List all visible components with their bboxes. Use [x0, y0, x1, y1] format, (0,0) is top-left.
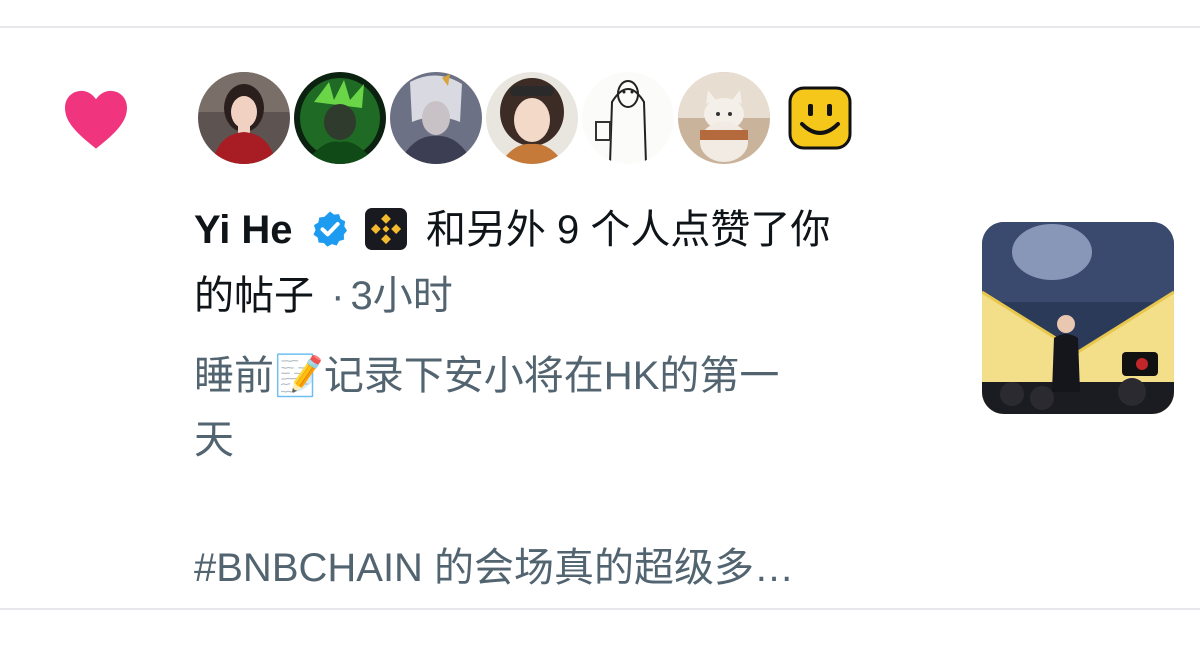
binance-logo-icon	[364, 208, 407, 251]
avatar-yellow-smiley	[774, 72, 866, 164]
avatar-anime-girl-goggles	[486, 72, 578, 164]
avatar[interactable]	[196, 70, 292, 166]
timestamp[interactable]: 3小时	[350, 274, 452, 318]
post-preview-line3[interactable]: #BNBCHAIN 的会场真的超级多…	[194, 536, 794, 600]
actor-name[interactable]: Yi He	[194, 208, 293, 252]
action-text-line2: 的帖子	[194, 274, 314, 318]
notification-text: Yi He 和另外 9 个人点赞了你	[194, 198, 830, 262]
avatar[interactable]	[292, 70, 388, 166]
post-text-b: 记录下安小将在HK的第一	[323, 354, 780, 398]
avatar-armored-knight	[390, 72, 482, 164]
avatar[interactable]	[580, 70, 676, 166]
avatar[interactable]	[772, 70, 868, 166]
top-divider	[0, 26, 1200, 28]
post-text-a: 睡前	[194, 354, 274, 398]
verified-badge-icon	[313, 211, 347, 248]
heart-icon	[65, 90, 127, 149]
avatar[interactable]	[676, 70, 772, 166]
bottom-divider	[0, 608, 1200, 610]
avatar-sketch-ghost	[582, 72, 674, 164]
avatar-cat-plush	[678, 72, 770, 164]
avatar-green-warrior	[294, 72, 386, 164]
memo-emoji-icon: 📝	[274, 353, 324, 399]
event-stage-photo	[982, 222, 1174, 414]
post-text-c: 天	[194, 418, 234, 462]
post-media-thumbnail[interactable]	[982, 222, 1174, 414]
action-text-line1: 和另外 9 个人点赞了你	[425, 208, 831, 252]
post-preview-line2[interactable]: 天	[194, 408, 234, 472]
avatar[interactable]	[388, 70, 484, 166]
post-preview-line1[interactable]: 睡前📝记录下安小将在HK的第一	[194, 344, 779, 408]
separator-dot: ·	[331, 274, 345, 318]
avatar-woman-red-dress	[198, 72, 290, 164]
notification-text-line2: 的帖子 · 3小时	[194, 264, 453, 328]
avatar[interactable]	[484, 70, 580, 166]
post-text-d: #BNBCHAIN 的会场真的超级多…	[194, 546, 795, 590]
